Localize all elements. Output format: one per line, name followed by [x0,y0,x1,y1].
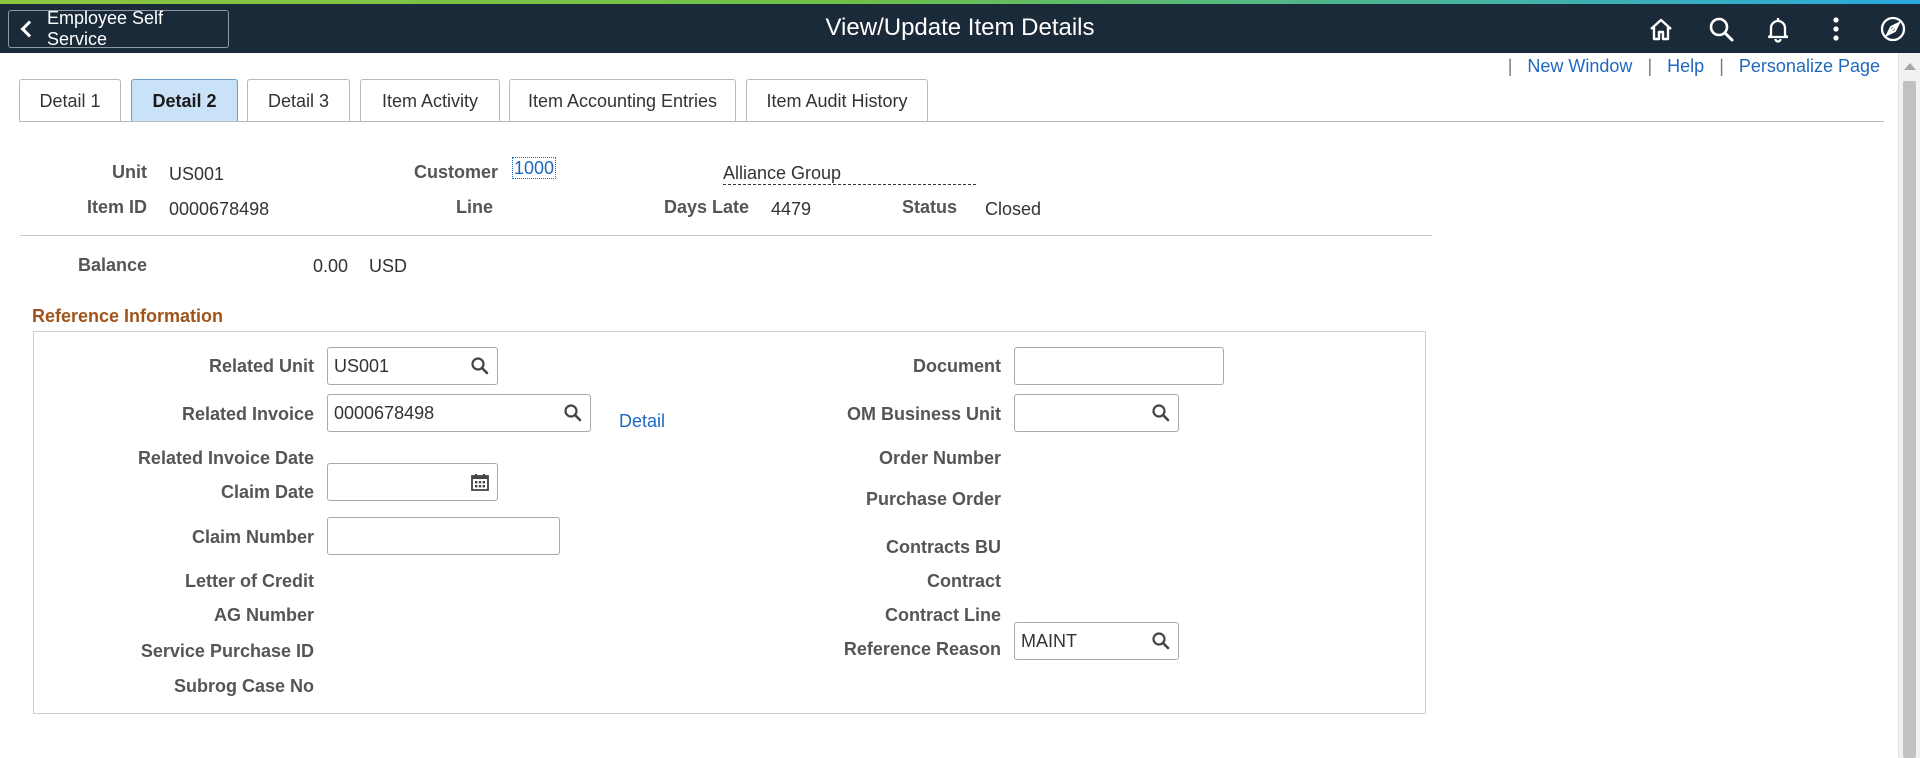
related-unit-input[interactable]: US001 [327,347,498,385]
tab-detail-2[interactable]: Detail 2 [131,79,238,122]
calendar-icon[interactable] [469,471,491,493]
service-purchase-id-label: Service Purchase ID [140,641,314,661]
scroll-up-arrow-icon[interactable] [1904,63,1916,70]
contracts-bu-label: Contracts BU [885,537,1001,557]
contract-line-label: Contract Line [884,605,1001,625]
tab-detail-1[interactable]: Detail 1 [19,79,121,122]
search-icon[interactable] [562,402,584,424]
line-label: Line [455,197,493,217]
claim-date-label: Claim Date [220,482,314,502]
status-value: Closed [985,199,1042,219]
search-icon[interactable] [1150,402,1172,424]
balance-value: 0.00 [312,256,348,276]
related-invoice-date-label: Related Invoice Date [137,448,314,468]
reference-reason-value: MAINT [1021,630,1077,651]
scrollbar-thumb[interactable] [1903,81,1916,758]
currency-code: USD [369,256,408,276]
personalize-page-link[interactable]: Personalize Page [1739,56,1880,76]
order-number-label: Order Number [878,448,1001,468]
summary-divider [20,235,1432,236]
unit-label: Unit [112,162,147,182]
subrog-case-no-label: Subrog Case No [173,676,314,696]
app-header: Employee Self Service View/Update Item D… [0,4,1920,53]
vertical-scrollbar[interactable] [1898,53,1920,758]
contract-label: Contract [926,571,1001,591]
related-unit-label: Related Unit [208,356,314,376]
reference-reason-input[interactable]: MAINT [1014,622,1179,660]
tab-detail-3[interactable]: Detail 3 [247,79,350,122]
compass-icon[interactable] [1876,12,1910,46]
link-separator: | [1719,56,1724,76]
bell-icon[interactable] [1761,12,1795,46]
item-id-value: 0000678498 [169,199,270,219]
help-link[interactable]: Help [1667,56,1704,76]
om-business-unit-label: OM Business Unit [846,404,1001,424]
search-icon[interactable] [1704,12,1738,46]
chevron-left-icon [20,20,38,38]
new-window-link[interactable]: New Window [1527,56,1632,76]
days-late-value: 4479 [771,199,812,219]
purchase-order-label: Purchase Order [865,489,1001,509]
link-separator: | [1647,56,1653,76]
ag-number-label: AG Number [213,605,314,625]
reference-reason-label: Reference Reason [843,639,1001,659]
customer-link[interactable]: 1000 [512,157,557,179]
balance-label: Balance [77,255,147,275]
more-vertical-icon[interactable] [1819,12,1853,46]
home-icon[interactable] [1644,12,1678,46]
related-invoice-value: 0000678498 [334,402,435,423]
document-input[interactable] [1014,347,1224,385]
tab-item-activity[interactable]: Item Activity [360,79,500,122]
status-label: Status [901,197,957,217]
document-label: Document [912,356,1001,376]
search-icon[interactable] [1150,630,1172,652]
customer-label: Customer [413,162,498,182]
related-invoice-label: Related Invoice [181,404,314,424]
related-unit-value: US001 [334,355,390,376]
customer-name: Alliance Group [723,163,976,185]
page-title: View/Update Item Details [825,14,1095,41]
back-button-label: Employee Self Service [47,8,164,49]
letter-of-credit-label: Letter of Credit [184,571,314,591]
tab-item-audit-history[interactable]: Item Audit History [746,79,928,122]
reference-section-title: Reference Information [32,306,224,326]
link-separator: | [1507,56,1513,76]
unit-value: US001 [169,164,225,184]
tab-item-accounting-entries[interactable]: Item Accounting Entries [509,79,736,122]
claim-number-label: Claim Number [191,527,314,547]
om-business-unit-input[interactable] [1014,394,1179,432]
claim-number-input[interactable] [327,517,560,555]
detail-link[interactable]: Detail [619,411,665,431]
item-id-label: Item ID [86,197,147,217]
back-button[interactable]: Employee Self Service [8,8,229,49]
related-invoice-input[interactable]: 0000678498 [327,394,591,432]
days-late-label: Days Late [663,197,749,217]
top-links: | New Window | Help | Personalize Page [1504,56,1886,77]
search-icon[interactable] [469,355,491,377]
tab-underline [19,121,1884,122]
claim-date-input[interactable] [327,463,498,501]
